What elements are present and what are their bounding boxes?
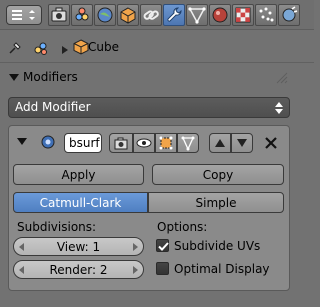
tab-object[interactable] xyxy=(117,4,139,26)
tab-data[interactable] xyxy=(186,4,208,26)
tab-physics[interactable] xyxy=(278,4,300,26)
dropdown-arrows-icon xyxy=(275,102,283,114)
tab-modifiers[interactable] xyxy=(163,4,185,26)
show-on-cage-button[interactable] xyxy=(177,133,199,153)
tab-world[interactable] xyxy=(94,4,116,26)
editmode-icon xyxy=(159,136,173,150)
object-link-icon xyxy=(33,40,49,56)
divider xyxy=(0,62,314,63)
decrement-arrow-icon[interactable] xyxy=(19,266,24,274)
cube-icon xyxy=(73,39,89,55)
remove-modifier-button[interactable] xyxy=(263,135,279,151)
scrollbar-track[interactable] xyxy=(300,63,314,307)
link-icon xyxy=(34,42,47,55)
editor-type-menu[interactable] xyxy=(6,5,42,25)
subdivisions-label: Subdivisions: xyxy=(17,220,97,234)
render-levels-value: Render: 2 xyxy=(49,262,108,277)
view-levels-field[interactable]: View: 1 xyxy=(13,237,144,256)
cage-mesh-icon xyxy=(181,136,195,151)
copy-button[interactable]: Copy xyxy=(152,164,284,185)
options-label: Options: xyxy=(157,220,208,234)
pin-button[interactable] xyxy=(8,41,22,55)
modifier-name-field[interactable]: bsurf xyxy=(64,133,102,153)
simple-option[interactable]: Simple xyxy=(148,192,284,213)
triangle-up-icon xyxy=(215,139,225,147)
tab-render[interactable] xyxy=(48,4,70,26)
show-in-editmode-button[interactable] xyxy=(155,133,177,153)
move-down-button[interactable] xyxy=(231,133,253,153)
material-icon xyxy=(212,7,228,23)
show-in-viewport-button[interactable] xyxy=(133,133,155,153)
breadcrumb-object-name: Cube xyxy=(88,40,119,54)
breadcrumb-arrow-icon xyxy=(62,44,68,54)
object-icon xyxy=(120,7,136,24)
close-icon xyxy=(265,137,277,149)
particles-icon xyxy=(259,7,274,22)
data-mesh-icon xyxy=(188,7,206,24)
increment-arrow-icon[interactable] xyxy=(133,266,138,274)
editor-type-icon xyxy=(12,10,35,20)
subsurf-type-icon xyxy=(41,135,55,149)
add-modifier-dropdown[interactable]: Add Modifier xyxy=(8,97,290,118)
show-in-render-button[interactable] xyxy=(109,133,133,153)
add-modifier-label: Add Modifier xyxy=(15,100,91,114)
tab-texture[interactable] xyxy=(232,4,254,26)
increment-arrow-icon[interactable] xyxy=(133,243,138,251)
tab-material[interactable] xyxy=(209,4,231,26)
render-icon xyxy=(51,7,67,22)
decrement-arrow-icon[interactable] xyxy=(19,243,24,251)
optimal-display-label: Optimal Display xyxy=(174,262,270,276)
section-drag-handle-icon[interactable] xyxy=(274,70,288,84)
section-title: Modifiers xyxy=(23,70,78,84)
render-camera-icon xyxy=(114,137,128,150)
checkmark-icon xyxy=(158,242,169,251)
pin-icon xyxy=(9,42,21,54)
modifier-collapse-icon[interactable] xyxy=(17,138,27,145)
render-levels-field[interactable]: Render: 2 xyxy=(13,260,144,279)
tab-particles[interactable] xyxy=(255,4,277,26)
eye-icon xyxy=(136,138,152,148)
tab-scene[interactable] xyxy=(71,4,93,26)
constraints-icon xyxy=(143,10,159,20)
view-levels-value: View: 1 xyxy=(56,239,101,254)
world-icon xyxy=(97,7,113,23)
tab-constraints[interactable] xyxy=(140,4,162,26)
texture-icon xyxy=(235,7,251,23)
subdivide-uvs-checkbox[interactable] xyxy=(156,239,169,252)
collapse-section-icon[interactable] xyxy=(9,74,19,81)
optimal-display-checkbox[interactable] xyxy=(156,262,169,275)
subdivide-uvs-label: Subdivide UVs xyxy=(174,239,261,253)
scene-icon xyxy=(75,7,89,21)
move-up-button[interactable] xyxy=(209,133,231,153)
triangle-down-icon xyxy=(237,139,247,147)
modifier-wrench-icon xyxy=(167,7,182,22)
catmull-clark-option[interactable]: Catmull-Clark xyxy=(13,192,148,213)
physics-icon xyxy=(282,6,298,22)
apply-button[interactable]: Apply xyxy=(13,164,144,185)
